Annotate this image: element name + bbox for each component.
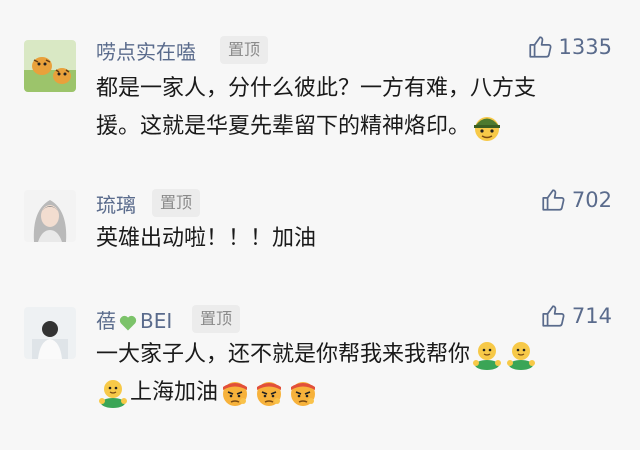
like-button[interactable]: 1335 — [527, 34, 612, 60]
pinned-badge: 置顶 — [152, 189, 201, 217]
avatar[interactable] — [24, 307, 76, 359]
person-avatar-icon — [24, 307, 76, 359]
like-button[interactable]: 714 — [540, 303, 612, 329]
comment-line-text: 援。这就是华夏先辈留下的精神烙印。 — [96, 114, 471, 139]
comment-line-text: 一大家子人，还不就是你帮我来我帮你 — [96, 342, 471, 367]
like-button[interactable]: 702 — [540, 187, 612, 213]
like-count: 714 — [571, 304, 612, 328]
comment-text: 英雄出动啦！！！加油 — [96, 220, 616, 258]
comment-line: 英雄出动啦！！！加油 — [96, 226, 317, 251]
pinned-badge: 置顶 — [220, 36, 269, 64]
hug-emoji — [471, 339, 503, 371]
determined-emoji — [219, 377, 251, 409]
determined-emoji — [253, 377, 285, 409]
comment-line: 援。这就是华夏先辈留下的精神烙印。 — [96, 108, 616, 146]
comment-line: 都是一家人，分什么彼此？一方有难，八方支 — [96, 76, 537, 101]
girl-avatar-icon — [24, 190, 76, 242]
thumbs-up-icon — [542, 189, 565, 211]
comment-text: 都是一家人，分什么彼此？一方有难，八方支 援。这就是华夏先辈留下的精神烙印。 — [96, 70, 616, 146]
thumbs-up-icon — [542, 305, 565, 327]
like-count: 1335 — [558, 35, 612, 59]
determined-emoji — [287, 377, 319, 409]
comment-line: 上海加油 — [96, 374, 616, 412]
commenter-name[interactable]: 琉璃 — [96, 189, 136, 218]
commenter-name[interactable]: 蓓 BEI — [96, 305, 172, 334]
comment-line-text: 上海加油 — [130, 380, 219, 405]
commenter-name-prefix: 蓓 — [96, 309, 116, 333]
commenter-name-suffix: BEI — [140, 309, 173, 333]
soldier-emoji — [471, 111, 503, 143]
commenter-name[interactable]: 唠点实在嗑 — [96, 36, 196, 65]
hug-emoji — [505, 339, 537, 371]
hug-emoji — [97, 377, 129, 409]
avatar[interactable] — [24, 40, 76, 92]
tiger-avatar-icon — [24, 40, 76, 92]
green-heart-icon — [119, 315, 137, 330]
comment-text: 一大家子人，还不就是你帮我来我帮你 上海加油 — [96, 336, 616, 412]
thumbs-up-icon — [528, 36, 552, 58]
like-count: 702 — [571, 188, 612, 212]
comment-line: 一大家子人，还不就是你帮我来我帮你 — [96, 336, 616, 374]
avatar[interactable] — [24, 190, 76, 242]
pinned-badge: 置顶 — [192, 305, 241, 333]
